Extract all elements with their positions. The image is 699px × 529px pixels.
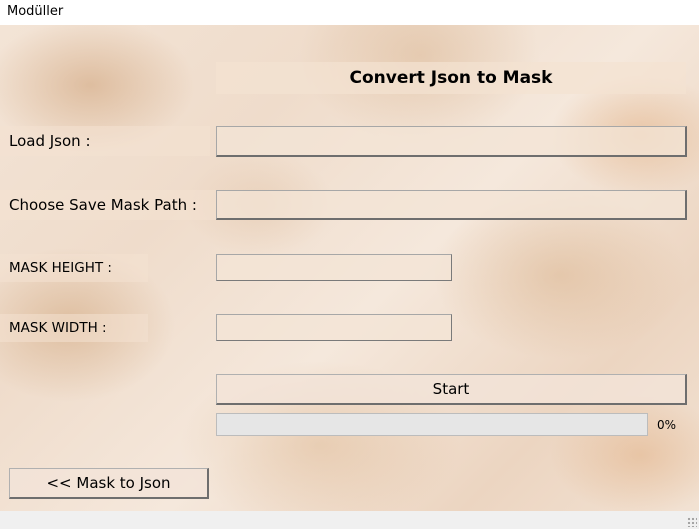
load-json-field[interactable] — [216, 126, 687, 157]
page-title: Convert Json to Mask — [349, 68, 553, 88]
mask-width-label: MASK WIDTH : — [0, 314, 148, 342]
start-button[interactable]: Start — [216, 374, 687, 405]
mask-height-input[interactable] — [216, 254, 452, 281]
save-mask-path-label: Choose Save Mask Path : — [0, 190, 216, 220]
progress-bar — [216, 413, 648, 436]
load-json-label: Load Json : — [0, 126, 210, 156]
size-grip-icon[interactable] — [687, 517, 697, 527]
mask-to-json-button[interactable]: << Mask to Json — [9, 468, 209, 499]
status-bar — [0, 511, 699, 529]
main-panel: Convert Json to Mask Load Json : Choose … — [0, 25, 699, 511]
window-title: Modüller — [7, 4, 64, 19]
window-titlebar: Modüller — [0, 0, 699, 25]
save-mask-path-field[interactable] — [216, 190, 687, 220]
progress-percent: 0% — [657, 418, 677, 432]
mask-height-label: MASK HEIGHT : — [0, 254, 148, 282]
mask-width-input[interactable] — [216, 314, 452, 341]
